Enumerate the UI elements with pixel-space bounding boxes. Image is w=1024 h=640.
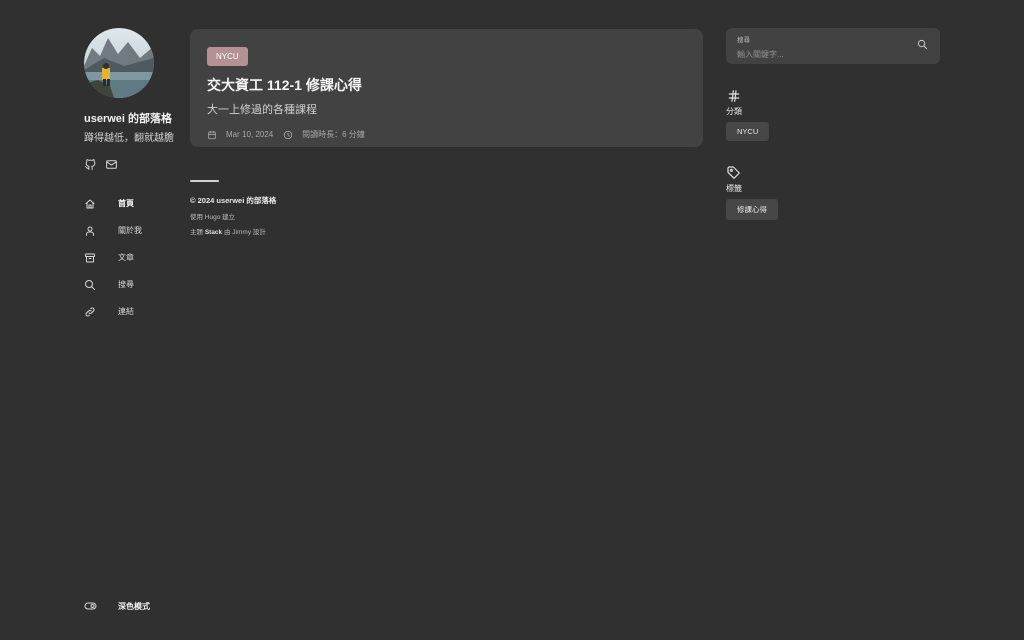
site-description: 蹲得越低，翻就越膽 <box>84 133 174 144</box>
menu-item-label: 文章 <box>118 253 134 262</box>
dark-mode-toggle[interactable]: 深色模式 <box>84 600 150 612</box>
search-label: 搜尋 <box>737 37 750 44</box>
menu-item-label: 連結 <box>118 307 134 316</box>
github-icon[interactable] <box>84 158 97 171</box>
dark-mode-label: 深色模式 <box>118 601 150 611</box>
search-widget: 搜尋 <box>726 28 940 64</box>
footer-divider <box>190 180 219 182</box>
hashtag-icon <box>728 90 740 102</box>
menu-item-label: 首頁 <box>118 199 134 208</box>
footer-theme-suffix: 由 Jimmy 設計 <box>223 229 266 236</box>
tags-title: 標籤 <box>726 184 742 193</box>
footer-theme-prefix: 主題 <box>190 229 203 236</box>
footer-theme: 主題 Stack 由 Jimmy 設計 <box>190 226 703 236</box>
right-sidebar: 搜尋 分類 NYCU 標籤 修課心得 <box>726 28 940 220</box>
article-category-tag[interactable]: NYCU <box>207 47 248 66</box>
menu-item-links[interactable]: 連結 <box>84 298 184 325</box>
user-icon <box>86 226 94 236</box>
archive-icon <box>85 253 95 262</box>
email-icon[interactable] <box>105 158 118 171</box>
footer-copyright: © 2024 userwei 的部落格 <box>190 196 277 205</box>
footer-built-with[interactable]: 使用 Hugo 建立 <box>190 211 703 221</box>
categories-widget: 分類 NYCU <box>726 88 940 141</box>
article-reading-time: 閱讀時長：6 分鐘 <box>302 130 365 139</box>
calendar-icon <box>208 130 216 139</box>
toggle-icon <box>84 602 97 610</box>
article-card[interactable]: NYCU 交大資工 112-1 修課心得 大一上修過的各種課程 Mar 10, … <box>190 29 703 147</box>
menu-item-search[interactable]: 搜尋 <box>84 271 184 298</box>
article-meta: Mar 10, 2024 閱讀時長：6 分鐘 <box>207 129 686 140</box>
tag-chip[interactable]: 修課心得 <box>726 199 778 220</box>
left-sidebar: userwei 的部落格 蹲得越低，翻就越膽 首頁 關於我 文章 搜尋 連結 深… <box>84 28 184 628</box>
category-chip[interactable]: NYCU <box>726 122 770 141</box>
tag-icon <box>727 166 740 179</box>
social-links <box>84 158 184 172</box>
menu-item-label: 關於我 <box>118 226 142 235</box>
menu-item-home[interactable]: 首頁 <box>84 190 184 217</box>
home-icon <box>85 199 95 208</box>
menu-item-archives[interactable]: 文章 <box>84 244 184 271</box>
site-name[interactable]: userwei 的部落格 <box>84 110 184 126</box>
site-footer: © 2024 userwei 的部落格 使用 Hugo 建立 主題 Stack … <box>190 180 703 236</box>
link-icon <box>85 307 95 316</box>
clock-icon <box>283 130 293 139</box>
search-icon <box>85 279 95 290</box>
article-subtitle: 大一上修過的各種課程 <box>207 104 317 116</box>
article-title[interactable]: 交大資工 112-1 修課心得 <box>207 75 686 95</box>
menu-item-label: 搜尋 <box>118 280 134 289</box>
footer-theme-name[interactable]: Stack <box>205 229 222 236</box>
categories-title: 分類 <box>726 107 742 116</box>
main-content: NYCU 交大資工 112-1 修課心得 大一上修過的各種課程 Mar 10, … <box>190 29 703 236</box>
menu-item-about[interactable]: 關於我 <box>84 217 184 244</box>
tags-widget: 標籤 修課心得 <box>726 165 940 220</box>
avatar[interactable] <box>84 28 154 98</box>
search-input[interactable] <box>737 50 907 59</box>
page: userwei 的部落格 蹲得越低，翻就越膽 首頁 關於我 文章 搜尋 連結 深… <box>0 0 1024 640</box>
main-menu: 首頁 關於我 文章 搜尋 連結 <box>84 190 184 325</box>
article-date: Mar 10, 2024 <box>226 130 274 139</box>
search-submit-icon[interactable] <box>917 39 928 50</box>
